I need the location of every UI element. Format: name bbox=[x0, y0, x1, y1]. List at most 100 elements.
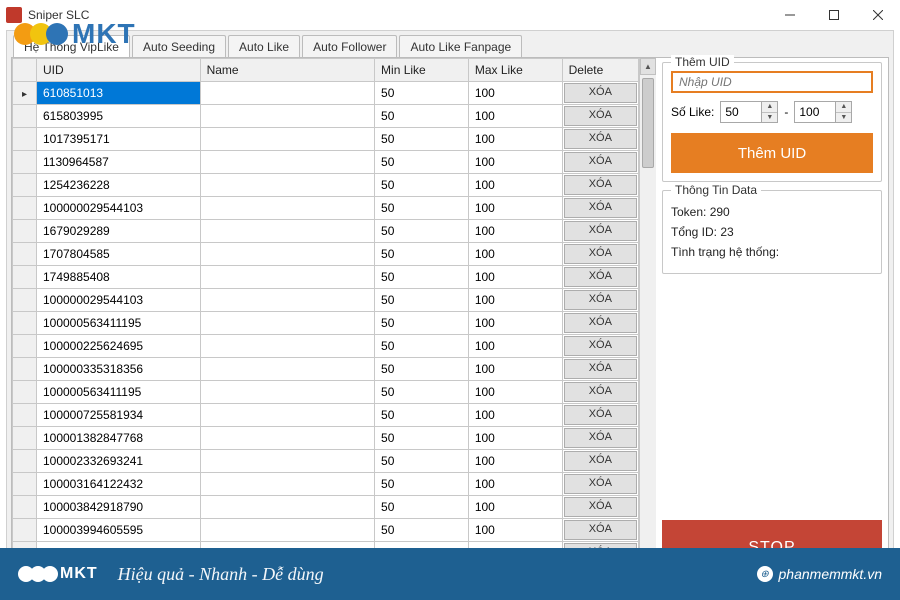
delete-button[interactable]: XÓA bbox=[564, 152, 637, 172]
delete-button[interactable]: XÓA bbox=[564, 451, 637, 471]
grid-scrollbar[interactable]: ▲ ▼ bbox=[639, 58, 656, 594]
delete-button[interactable]: XÓA bbox=[564, 244, 637, 264]
table-row[interactable]: 10000002954410350100XÓA bbox=[13, 289, 639, 312]
cell-max[interactable]: 100 bbox=[468, 404, 562, 427]
cell-min[interactable]: 50 bbox=[375, 381, 469, 404]
row-header[interactable] bbox=[13, 128, 37, 151]
cell-name[interactable] bbox=[200, 335, 374, 358]
cell-uid[interactable]: 100000725581934 bbox=[36, 404, 200, 427]
cell-max[interactable]: 100 bbox=[468, 151, 562, 174]
cell-min[interactable]: 50 bbox=[375, 151, 469, 174]
table-row[interactable]: 10000233269324150100XÓA bbox=[13, 450, 639, 473]
cell-min[interactable]: 50 bbox=[375, 174, 469, 197]
cell-max[interactable]: 100 bbox=[468, 381, 562, 404]
delete-button[interactable]: XÓA bbox=[564, 428, 637, 448]
cell-max[interactable]: 100 bbox=[468, 105, 562, 128]
delete-button[interactable]: XÓA bbox=[564, 474, 637, 494]
col-header-max[interactable]: Max Like bbox=[468, 59, 562, 82]
delete-button[interactable]: XÓA bbox=[564, 198, 637, 218]
cell-name[interactable] bbox=[200, 381, 374, 404]
cell-max[interactable]: 100 bbox=[468, 82, 562, 105]
cell-max[interactable]: 100 bbox=[468, 174, 562, 197]
cell-uid[interactable]: 1254236228 bbox=[36, 174, 200, 197]
cell-max[interactable]: 100 bbox=[468, 128, 562, 151]
cell-uid[interactable]: 100000563411195 bbox=[36, 381, 200, 404]
tab-auto-follower[interactable]: Auto Follower bbox=[302, 35, 397, 57]
cell-max[interactable]: 100 bbox=[468, 312, 562, 335]
cell-min[interactable]: 50 bbox=[375, 220, 469, 243]
cell-name[interactable] bbox=[200, 427, 374, 450]
max-like-spinner[interactable]: ▲▼ bbox=[794, 101, 852, 123]
cell-name[interactable] bbox=[200, 519, 374, 542]
cell-max[interactable]: 100 bbox=[468, 289, 562, 312]
table-row[interactable]: 170780458550100XÓA bbox=[13, 243, 639, 266]
delete-button[interactable]: XÓA bbox=[564, 520, 637, 540]
cell-uid[interactable]: 1017395171 bbox=[36, 128, 200, 151]
maximize-button[interactable] bbox=[812, 0, 856, 30]
delete-button[interactable]: XÓA bbox=[564, 382, 637, 402]
cell-min[interactable]: 50 bbox=[375, 289, 469, 312]
table-row[interactable]: 10000316412243250100XÓA bbox=[13, 473, 639, 496]
row-header[interactable] bbox=[13, 174, 37, 197]
cell-name[interactable] bbox=[200, 473, 374, 496]
col-header-uid[interactable]: UID bbox=[36, 59, 200, 82]
cell-uid[interactable]: 610851013 bbox=[36, 82, 200, 105]
cell-uid[interactable]: 1130964587 bbox=[36, 151, 200, 174]
table-row[interactable]: 10000072558193450100XÓA bbox=[13, 404, 639, 427]
table-row[interactable]: 10000138284776850100XÓA bbox=[13, 427, 639, 450]
table-row[interactable]: 610851013 50100XÓA bbox=[13, 82, 639, 105]
cell-uid[interactable]: 100002332693241 bbox=[36, 450, 200, 473]
cell-min[interactable]: 50 bbox=[375, 266, 469, 289]
row-header[interactable] bbox=[13, 473, 37, 496]
cell-name[interactable] bbox=[200, 266, 374, 289]
scroll-up-arrow[interactable]: ▲ bbox=[640, 58, 656, 75]
max-like-up[interactable]: ▲ bbox=[836, 102, 851, 113]
delete-button[interactable]: XÓA bbox=[564, 83, 637, 103]
table-row[interactable]: 174988540850100XÓA bbox=[13, 266, 639, 289]
cell-min[interactable]: 50 bbox=[375, 358, 469, 381]
table-row[interactable]: 61580399550100XÓA bbox=[13, 105, 639, 128]
min-like-spinner[interactable]: ▲▼ bbox=[720, 101, 778, 123]
col-header-delete[interactable]: Delete bbox=[562, 59, 638, 82]
scroll-thumb[interactable] bbox=[642, 78, 654, 168]
cell-min[interactable]: 50 bbox=[375, 128, 469, 151]
delete-button[interactable]: XÓA bbox=[564, 359, 637, 379]
cell-name[interactable] bbox=[200, 220, 374, 243]
cell-name[interactable] bbox=[200, 450, 374, 473]
cell-uid[interactable]: 100000335318356 bbox=[36, 358, 200, 381]
delete-button[interactable]: XÓA bbox=[564, 290, 637, 310]
tab-auto-like[interactable]: Auto Like bbox=[228, 35, 300, 57]
min-like-down[interactable]: ▼ bbox=[762, 113, 777, 123]
cell-max[interactable]: 100 bbox=[468, 496, 562, 519]
cell-min[interactable]: 50 bbox=[375, 450, 469, 473]
cell-max[interactable]: 100 bbox=[468, 243, 562, 266]
cell-min[interactable]: 50 bbox=[375, 404, 469, 427]
cell-min[interactable]: 50 bbox=[375, 312, 469, 335]
cell-max[interactable]: 100 bbox=[468, 358, 562, 381]
table-row[interactable]: 125423622850100XÓA bbox=[13, 174, 639, 197]
col-header-name[interactable]: Name bbox=[200, 59, 374, 82]
table-row[interactable]: 1130964587 50100XÓA bbox=[13, 151, 639, 174]
delete-button[interactable]: XÓA bbox=[564, 267, 637, 287]
cell-name[interactable] bbox=[200, 404, 374, 427]
cell-min[interactable]: 50 bbox=[375, 105, 469, 128]
cell-name[interactable] bbox=[200, 82, 374, 105]
cell-name[interactable] bbox=[200, 128, 374, 151]
cell-uid[interactable]: 100003994605595 bbox=[36, 519, 200, 542]
cell-min[interactable]: 50 bbox=[375, 496, 469, 519]
cell-min[interactable]: 50 bbox=[375, 82, 469, 105]
cell-min[interactable]: 50 bbox=[375, 519, 469, 542]
data-grid[interactable]: UID Name Min Like Max Like Delete 610851… bbox=[12, 58, 656, 594]
row-header[interactable] bbox=[13, 519, 37, 542]
col-header-min[interactable]: Min Like bbox=[375, 59, 469, 82]
cell-min[interactable]: 50 bbox=[375, 243, 469, 266]
cell-name[interactable] bbox=[200, 496, 374, 519]
table-row[interactable]: 100000335318356 50100XÓA bbox=[13, 358, 639, 381]
row-header[interactable] bbox=[13, 312, 37, 335]
cell-min[interactable]: 50 bbox=[375, 335, 469, 358]
row-header[interactable] bbox=[13, 358, 37, 381]
row-header[interactable] bbox=[13, 289, 37, 312]
tab-auto-like-fanpage[interactable]: Auto Like Fanpage bbox=[399, 35, 522, 57]
cell-name[interactable] bbox=[200, 174, 374, 197]
row-header[interactable] bbox=[13, 243, 37, 266]
